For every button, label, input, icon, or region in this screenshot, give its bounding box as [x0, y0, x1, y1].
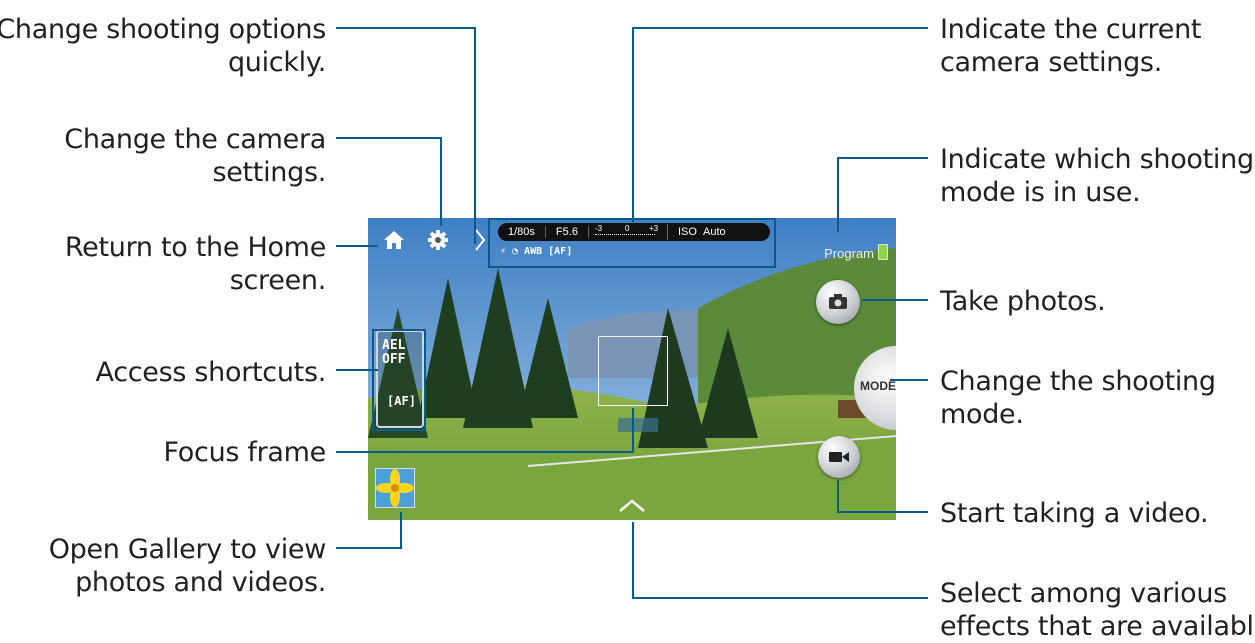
callout-lines	[336, 27, 928, 599]
